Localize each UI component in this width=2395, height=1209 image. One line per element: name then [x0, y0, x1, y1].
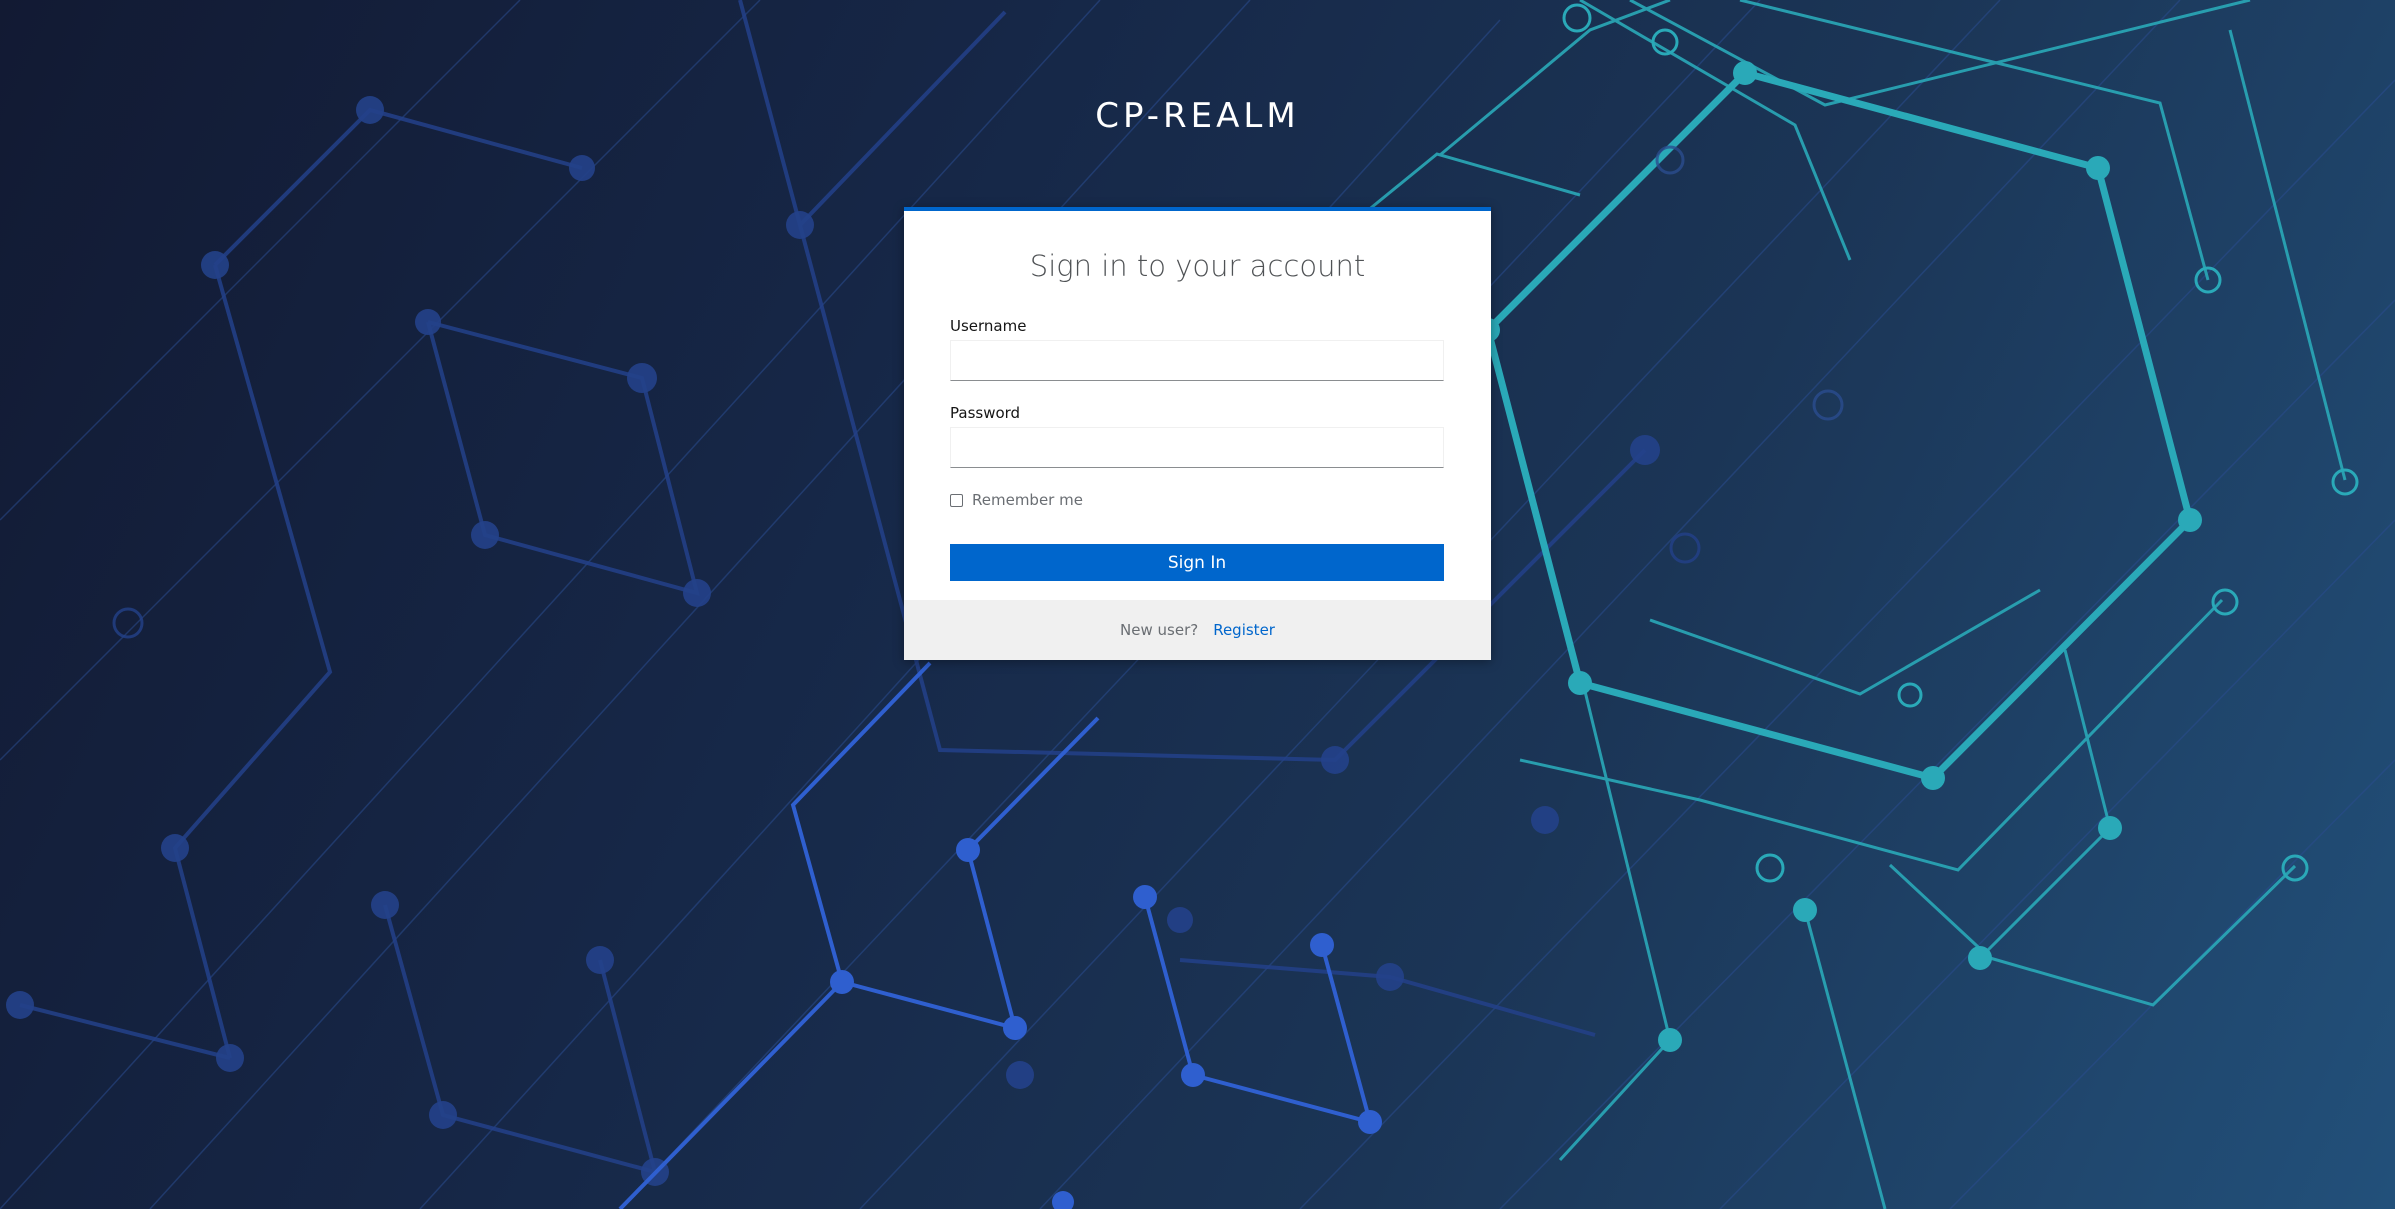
password-input[interactable] — [950, 427, 1444, 468]
card-footer: New user? Register — [904, 600, 1491, 660]
username-group: Username — [950, 317, 1444, 381]
remember-me-checkbox[interactable] — [950, 493, 963, 507]
login-card: Sign in to your account Username Passwor… — [904, 207, 1491, 660]
login-heading: Sign in to your account — [1029, 249, 1366, 283]
password-group: Password — [950, 404, 1444, 468]
register-link[interactable]: Register — [1213, 621, 1275, 639]
password-label: Password — [950, 404, 1021, 422]
remember-me-label[interactable]: Remember me — [972, 491, 1083, 509]
realm-title: CP-REALM — [1095, 96, 1300, 136]
remember-me-row: Remember me — [950, 491, 1444, 509]
login-form: Username Password Remember me Sign In — [950, 317, 1444, 581]
username-label: Username — [950, 317, 1027, 335]
new-user-text: New user? — [1120, 621, 1199, 639]
sign-in-button[interactable]: Sign In — [950, 544, 1444, 581]
username-input[interactable] — [950, 340, 1444, 381]
